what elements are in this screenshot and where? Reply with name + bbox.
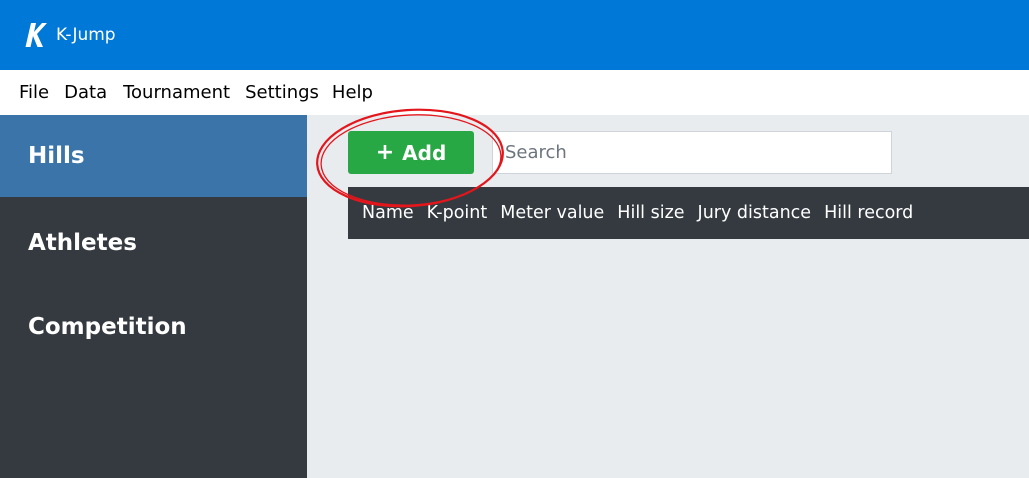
sidebar: Hills Athletes Competition: [0, 115, 307, 478]
app-window: K-Jump File Data Tournament Settings Hel…: [0, 0, 1029, 478]
main-content: + Add Name K-point Meter value Hill size…: [307, 115, 1029, 478]
menu-settings[interactable]: Settings: [245, 78, 319, 107]
sidebar-item-label: Athletes: [28, 230, 137, 256]
column-header-jury-distance[interactable]: Jury distance: [698, 203, 812, 223]
menu-bar: File Data Tournament Settings Help: [0, 70, 1029, 115]
column-header-meter-value[interactable]: Meter value: [500, 203, 604, 223]
window-title: K-Jump: [56, 25, 116, 45]
add-button-label: Add: [402, 140, 447, 165]
menu-help[interactable]: Help: [332, 78, 373, 107]
sidebar-item-competition[interactable]: Competition: [0, 285, 307, 369]
app-logo-icon: [23, 20, 49, 50]
menu-file[interactable]: File: [19, 78, 49, 107]
menu-data[interactable]: Data: [64, 78, 107, 107]
search-input[interactable]: [492, 131, 892, 174]
title-bar: K-Jump: [0, 0, 1029, 70]
menu-tournament[interactable]: Tournament: [123, 78, 230, 107]
plus-icon: +: [375, 139, 395, 165]
sidebar-item-hills[interactable]: Hills: [0, 115, 307, 197]
column-header-hill-record[interactable]: Hill record: [824, 203, 913, 223]
add-button[interactable]: + Add: [348, 131, 474, 174]
column-header-name[interactable]: Name: [362, 203, 414, 223]
sidebar-item-label: Hills: [28, 143, 85, 169]
sidebar-item-label: Competition: [28, 314, 187, 340]
table-header: Name K-point Meter value Hill size Jury …: [348, 187, 1029, 239]
column-header-hill-size[interactable]: Hill size: [617, 203, 684, 223]
column-header-k-point[interactable]: K-point: [427, 203, 488, 223]
sidebar-item-athletes[interactable]: Athletes: [0, 201, 307, 285]
